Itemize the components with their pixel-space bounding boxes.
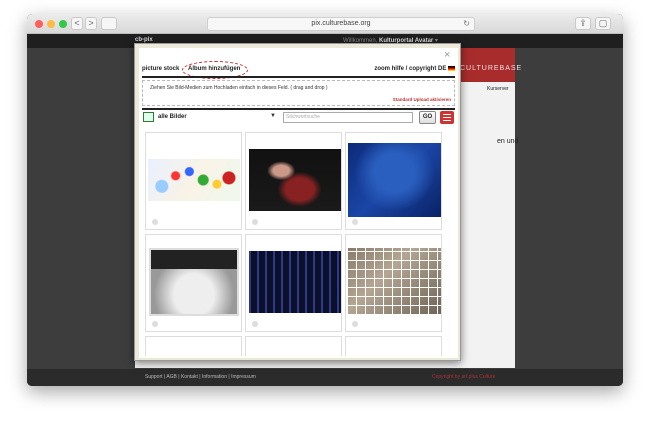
close-icon[interactable]: × [444, 50, 450, 61]
select-radio[interactable] [152, 219, 158, 225]
drop-hint: Ziehen Sie Bild-Medien zum Hochladen ein… [150, 85, 328, 91]
back-button[interactable]: < [71, 17, 83, 30]
divider [142, 108, 455, 110]
thumbnail-band-concert[interactable] [249, 251, 341, 313]
image-tile[interactable] [345, 234, 442, 332]
image-tile[interactable] [345, 336, 442, 356]
share-icon[interactable]: ⇪ [575, 17, 591, 30]
footer-copyright: Copyright by art plus Culture [432, 374, 496, 380]
filter-select[interactable]: alle Bilder [158, 114, 187, 120]
select-radio[interactable] [352, 219, 358, 225]
standard-upload-link[interactable]: Standard Upload aktivieren [393, 97, 451, 102]
footer-links[interactable]: Support | AGB | Kontakt | Information | … [145, 374, 256, 380]
browser-titlebar: < > pix.culturebase.org ↻ ⇪ ▢ [27, 14, 623, 34]
image-tile[interactable] [345, 132, 442, 230]
image-filter-icon [143, 112, 154, 122]
image-tile[interactable] [145, 336, 242, 356]
minimize-window-button[interactable] [47, 20, 55, 28]
filter-toolbar: alle Bilder ▼ Stichwortsuche GO [142, 111, 455, 125]
upload-drop-zone[interactable]: Ziehen Sie Bild-Medien zum Hochladen ein… [142, 80, 455, 106]
image-tile[interactable] [245, 336, 342, 356]
select-radio[interactable] [352, 321, 358, 327]
menu-right-links[interactable]: zoom hilfe / copyright DE [374, 66, 455, 72]
body-text-fragment: en und [497, 138, 519, 145]
sidebar-toggle-icon[interactable] [101, 17, 117, 30]
german-flag-icon [448, 66, 455, 71]
reload-icon[interactable]: ↻ [463, 18, 470, 30]
thumbnail-bw-performers[interactable] [149, 248, 239, 316]
close-window-button[interactable] [35, 20, 43, 28]
thumbnail-grid-collage[interactable] [348, 248, 441, 314]
image-tile[interactable] [245, 132, 342, 230]
menu-icon[interactable] [440, 111, 454, 124]
select-radio[interactable] [252, 219, 258, 225]
image-tile[interactable] [145, 234, 242, 332]
divider [142, 76, 455, 78]
culturebase-logo[interactable]: CULTUREBASE [460, 48, 521, 82]
side-text: Kurserver [487, 86, 509, 92]
tabs-icon[interactable]: ▢ [595, 17, 611, 30]
zoom-window-button[interactable] [59, 20, 67, 28]
tab-picture-stock[interactable]: picture stock [142, 66, 179, 72]
select-radio[interactable] [252, 321, 258, 327]
dialog-body: × picture stock Album hinzufügen zoom hi… [139, 48, 458, 358]
url-text: pix.culturebase.org [311, 20, 371, 27]
thumbnail-blue-abstract[interactable] [348, 143, 441, 217]
thumbnail-dancer-photo[interactable] [249, 149, 341, 211]
chevron-down-icon[interactable]: ▼ [270, 113, 276, 119]
thumbnail-colorful-painting[interactable] [148, 159, 240, 201]
go-button[interactable]: GO [419, 111, 436, 124]
image-grid [142, 132, 455, 356]
forward-button[interactable]: > [85, 17, 97, 30]
address-bar[interactable]: pix.culturebase.org ↻ [207, 17, 475, 31]
image-tile[interactable] [245, 234, 342, 332]
select-radio[interactable] [152, 321, 158, 327]
search-input[interactable]: Stichwortsuche [283, 112, 413, 123]
picture-stock-dialog: × picture stock Album hinzufügen zoom hi… [134, 43, 461, 361]
site-footer: Support | AGB | Kontakt | Information | … [27, 369, 623, 386]
image-tile[interactable] [145, 132, 242, 230]
